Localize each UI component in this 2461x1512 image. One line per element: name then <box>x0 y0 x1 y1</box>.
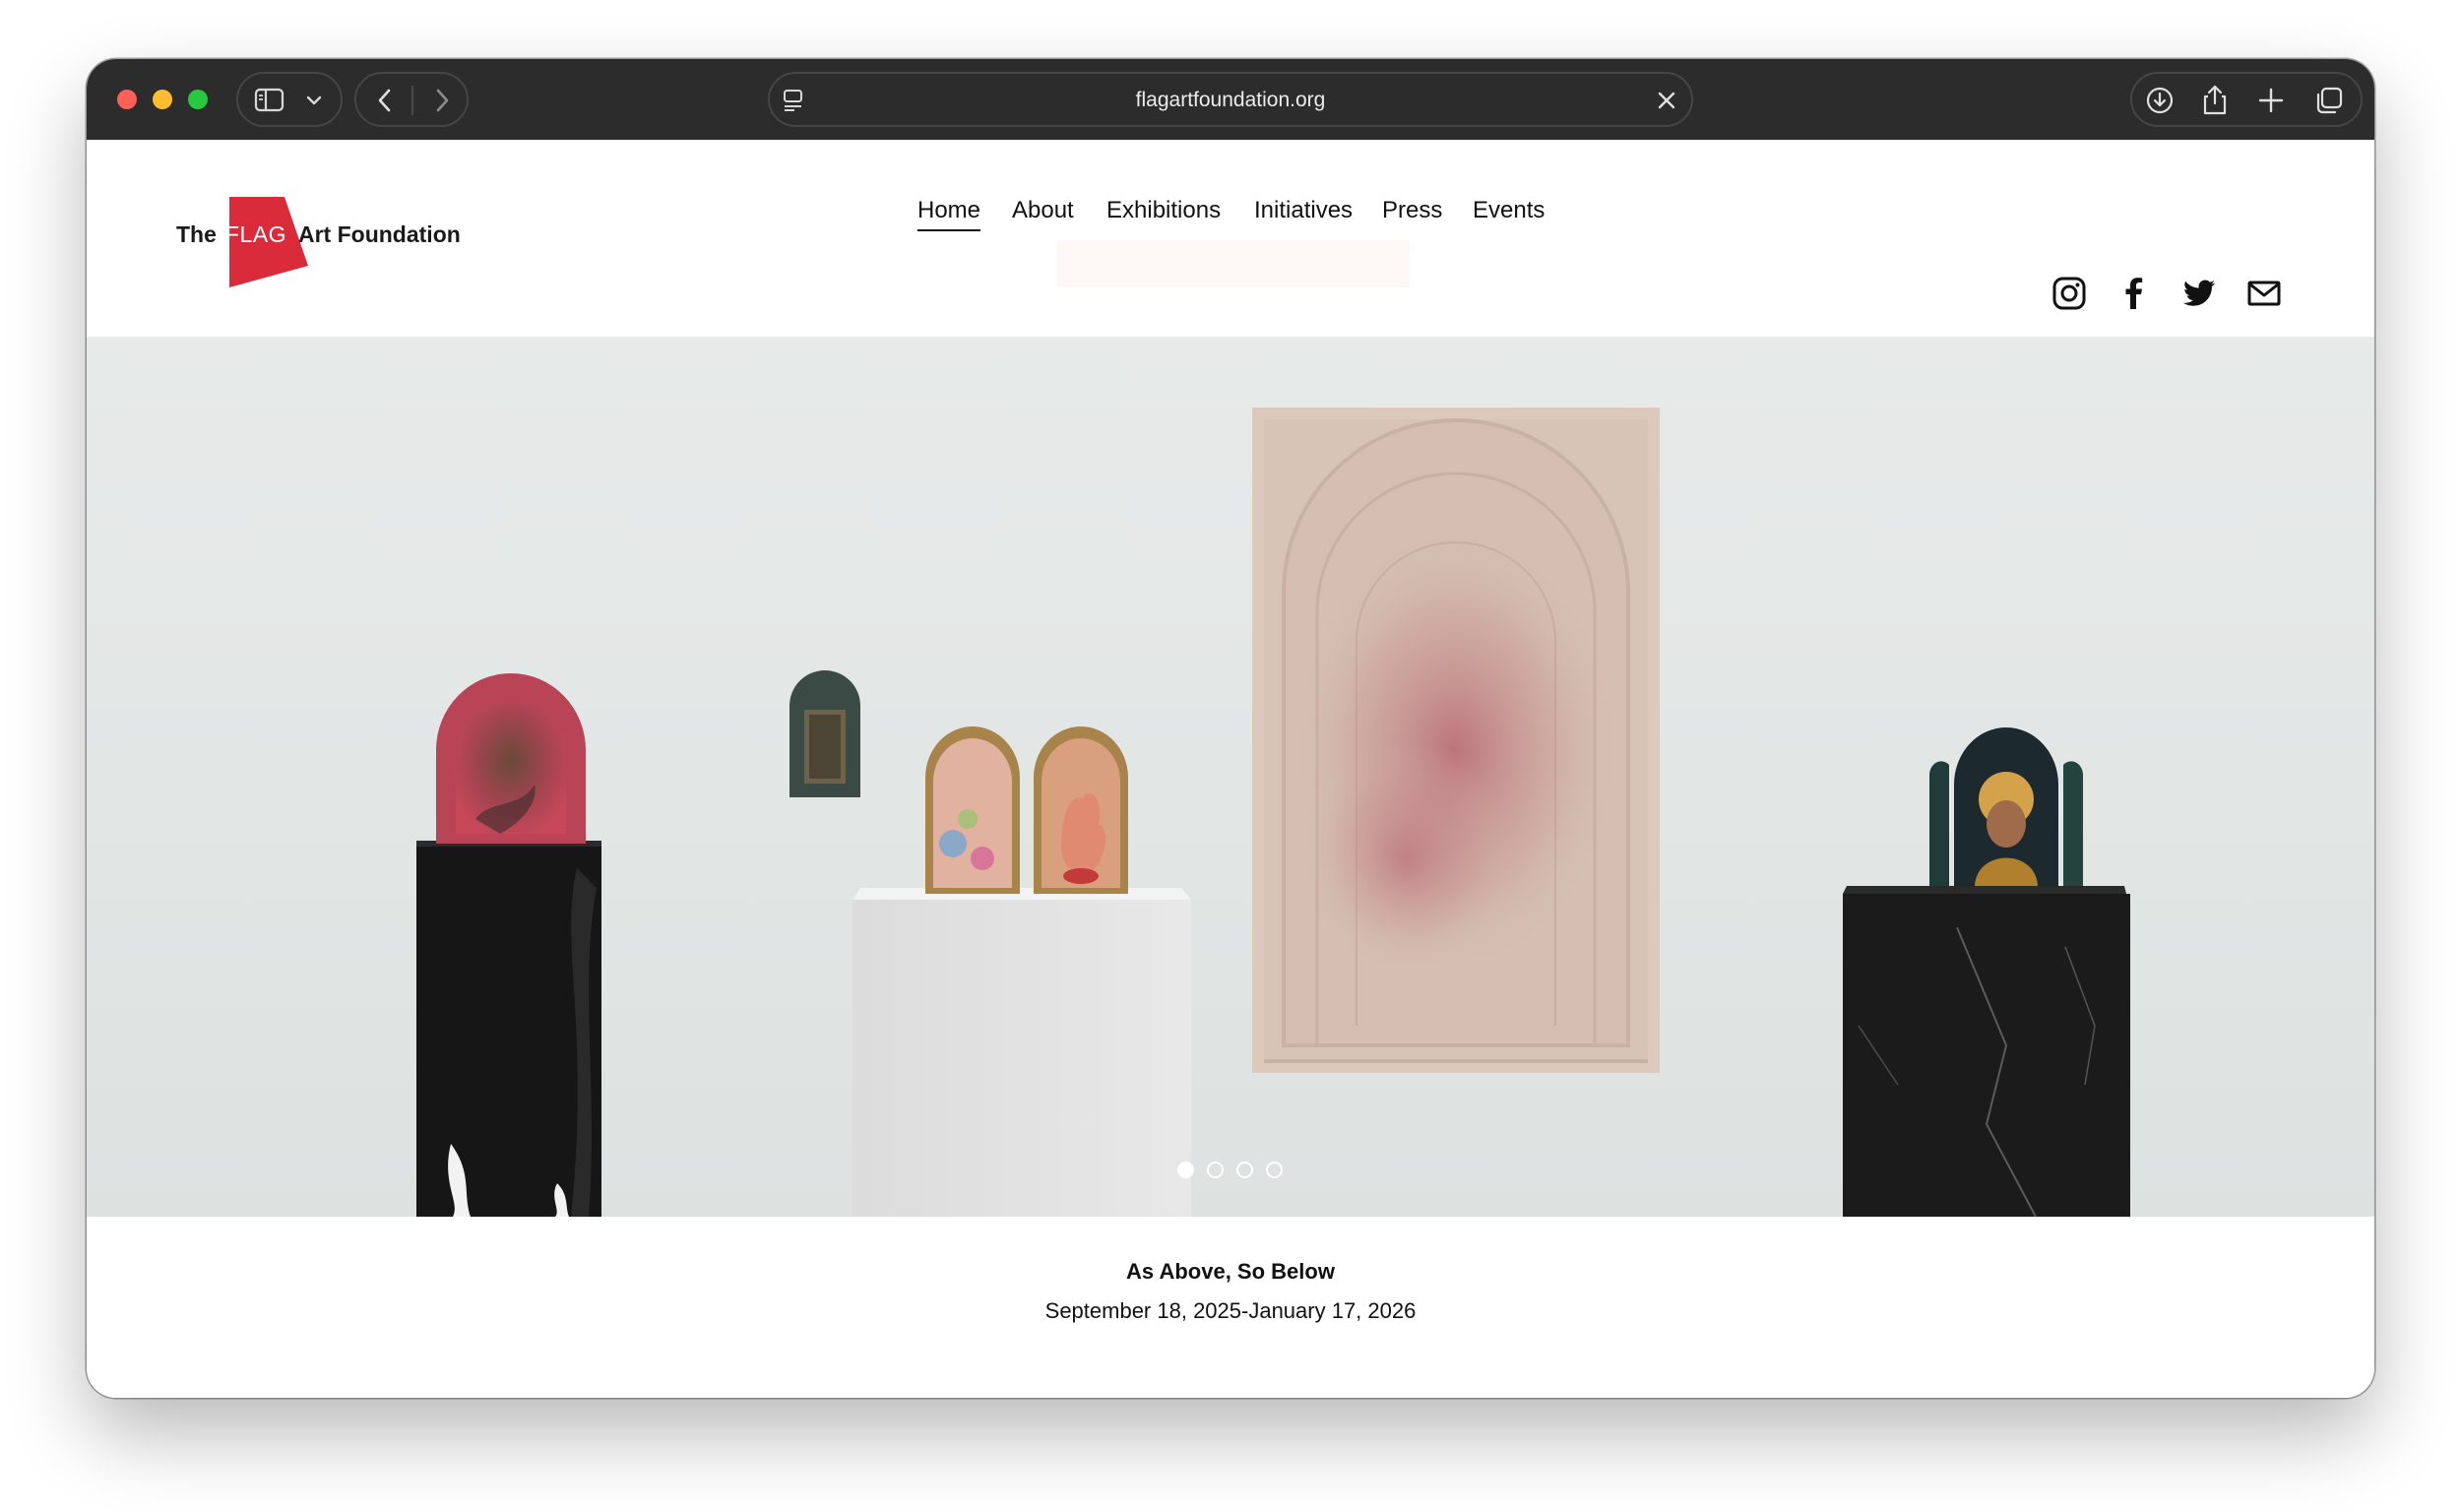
slide-dot-2[interactable] <box>1207 1162 1224 1178</box>
forward-icon[interactable] <box>429 87 455 114</box>
slide-dot-3[interactable] <box>1236 1162 1253 1178</box>
divider <box>411 86 413 115</box>
logo-text-name: Art Foundation <box>298 221 461 247</box>
logo-text-the: The <box>176 221 217 247</box>
url-text[interactable]: flagartfoundation.org <box>770 87 1691 114</box>
chevron-down-icon[interactable] <box>305 93 323 108</box>
logo-text-flag: FLAG <box>225 221 287 247</box>
slide-dot-1[interactable] <box>1177 1162 1194 1178</box>
nav-dropdown-panel <box>1057 240 1410 287</box>
nav-events[interactable]: Events <box>1473 195 1545 226</box>
nav-about[interactable]: About <box>1012 195 1074 226</box>
close-window-button[interactable] <box>117 90 137 109</box>
facebook-link[interactable] <box>2116 276 2152 311</box>
back-icon[interactable] <box>372 87 398 114</box>
hero-slideshow[interactable] <box>87 337 2374 1217</box>
tabs-overview-icon[interactable] <box>2313 85 2345 116</box>
exhibition-title[interactable]: As Above, So Below <box>87 1259 2374 1285</box>
exhibition-dates: September 18, 2025-January 17, 2026 <box>1044 1298 1417 1323</box>
instagram-icon <box>2052 277 2086 310</box>
new-tab-icon[interactable] <box>2256 86 2286 115</box>
address-bar[interactable]: flagartfoundation.org <box>768 72 1693 127</box>
nav-exhibitions[interactable]: Exhibitions <box>1106 195 1221 226</box>
email-link[interactable] <box>2246 276 2282 311</box>
browser-window: flagartfoundation.org The FLAG Art Found… <box>87 59 2374 1398</box>
nav-home[interactable]: Home <box>917 195 981 231</box>
facebook-icon <box>2125 278 2143 309</box>
sidebar-toggle-button[interactable] <box>236 72 343 127</box>
share-icon[interactable] <box>2199 83 2231 116</box>
clear-icon[interactable] <box>1656 90 1677 111</box>
history-nav <box>354 72 469 127</box>
nav-initiatives[interactable]: Initiatives <box>1254 195 1353 226</box>
toolbar-actions <box>2130 72 2363 127</box>
twitter-link[interactable] <box>2181 276 2217 311</box>
minimize-window-button[interactable] <box>153 90 172 109</box>
nav-press[interactable]: Press <box>1382 195 1442 226</box>
twitter-icon <box>2183 280 2216 306</box>
download-icon[interactable] <box>2144 85 2176 116</box>
exhibition-photo <box>87 337 2374 1217</box>
mail-icon <box>2247 281 2281 306</box>
slide-dot-4[interactable] <box>1266 1162 1283 1178</box>
exhibition-caption: As Above, So Below September 18, 2025-Ja… <box>87 1217 2374 1398</box>
site-logo[interactable]: The FLAG Art Foundation <box>176 197 472 287</box>
zoom-window-button[interactable] <box>188 90 208 109</box>
site-header: The FLAG Art Foundation Home About Exhib… <box>87 140 2374 337</box>
browser-toolbar: flagartfoundation.org <box>87 59 2374 140</box>
sidebar-icon <box>254 88 284 112</box>
instagram-link[interactable] <box>2051 276 2087 311</box>
